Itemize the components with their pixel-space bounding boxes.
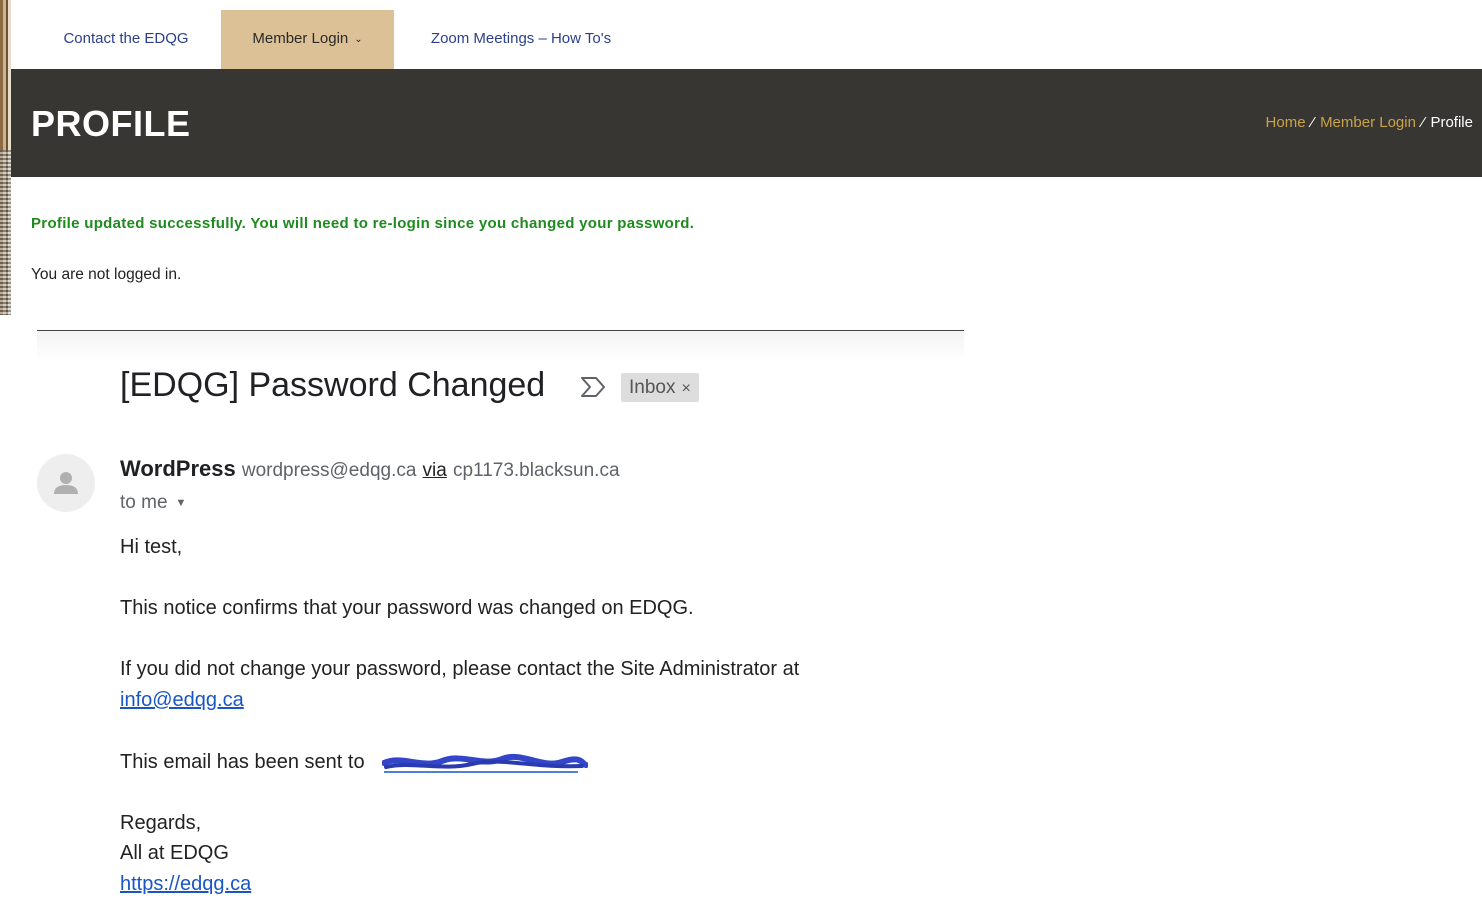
nav-zoom-link[interactable]: Zoom Meetings – How To's xyxy=(406,10,636,69)
via-link[interactable]: via xyxy=(423,460,447,481)
nav-contact-link[interactable]: Contact the EDQG xyxy=(41,10,211,69)
inbox-label-chip: Inbox × xyxy=(621,373,699,402)
sender-name: WordPress xyxy=(120,456,236,481)
email-line-contact: If you did not change your password, ple… xyxy=(120,658,800,680)
important-marker-icon[interactable] xyxy=(578,374,608,400)
recipient-text: to me xyxy=(120,492,168,513)
sender-line: WordPress wordpress@edqg.ca via cp1173.b… xyxy=(120,456,620,482)
breadcrumb-separator: ⁄ xyxy=(1421,114,1425,131)
caret-down-icon[interactable]: ▼ xyxy=(176,497,187,509)
email-line-confirm: This notice confirms that your password … xyxy=(120,597,694,619)
inbox-label-text: Inbox xyxy=(629,377,676,398)
email-greeting: Hi test, xyxy=(120,536,183,558)
sender-avatar xyxy=(37,454,95,512)
login-status-text: You are not logged in. xyxy=(31,266,182,283)
breadcrumb: Home ⁄ Member Login ⁄ Profile xyxy=(1266,114,1473,131)
sender-email: wordpress@edqg.ca xyxy=(241,460,417,481)
site-url-link[interactable]: https://edqg.ca xyxy=(120,873,251,896)
breadcrumb-member-login[interactable]: Member Login xyxy=(1320,114,1416,131)
chevron-down-icon: ⌄ xyxy=(354,34,363,45)
email-line-sent-to: This email has been sent to xyxy=(120,751,365,773)
nav-member-login[interactable]: Member Login ⌄ xyxy=(221,10,394,69)
email-subject: [EDQG] Password Changed xyxy=(120,366,546,404)
remove-label-icon[interactable]: × xyxy=(681,380,690,397)
breadcrumb-separator: ⁄ xyxy=(1311,114,1315,131)
breadcrumb-current: Profile xyxy=(1430,114,1473,131)
email-signoff: All at EDQG xyxy=(120,842,229,864)
via-host: cp1173.blacksun.ca xyxy=(452,460,620,481)
recipient-line[interactable]: to me ▼ xyxy=(120,492,186,514)
nav-contact-label: Contact the EDQG xyxy=(63,30,189,47)
person-icon xyxy=(54,472,78,494)
email-regards: Regards, xyxy=(120,812,202,834)
breadcrumb-home[interactable]: Home xyxy=(1266,114,1306,131)
redacted-email-scribble xyxy=(382,753,588,773)
email-top-shade xyxy=(37,331,964,361)
nav-zoom-label: Zoom Meetings – How To's xyxy=(430,30,612,47)
top-navigation: Contact the EDQG Member Login ⌄ Zoom Meet… xyxy=(11,0,1482,69)
left-decorative-pattern xyxy=(0,150,11,315)
admin-email-link[interactable]: info@edqg.ca xyxy=(120,689,244,712)
success-message: Profile updated successfully. You will n… xyxy=(31,215,695,232)
page-header: PROFILE Home ⁄ Member Login ⁄ Profile xyxy=(11,69,1482,177)
nav-member-login-label: Member Login xyxy=(252,30,349,47)
page-title: PROFILE xyxy=(31,103,191,144)
